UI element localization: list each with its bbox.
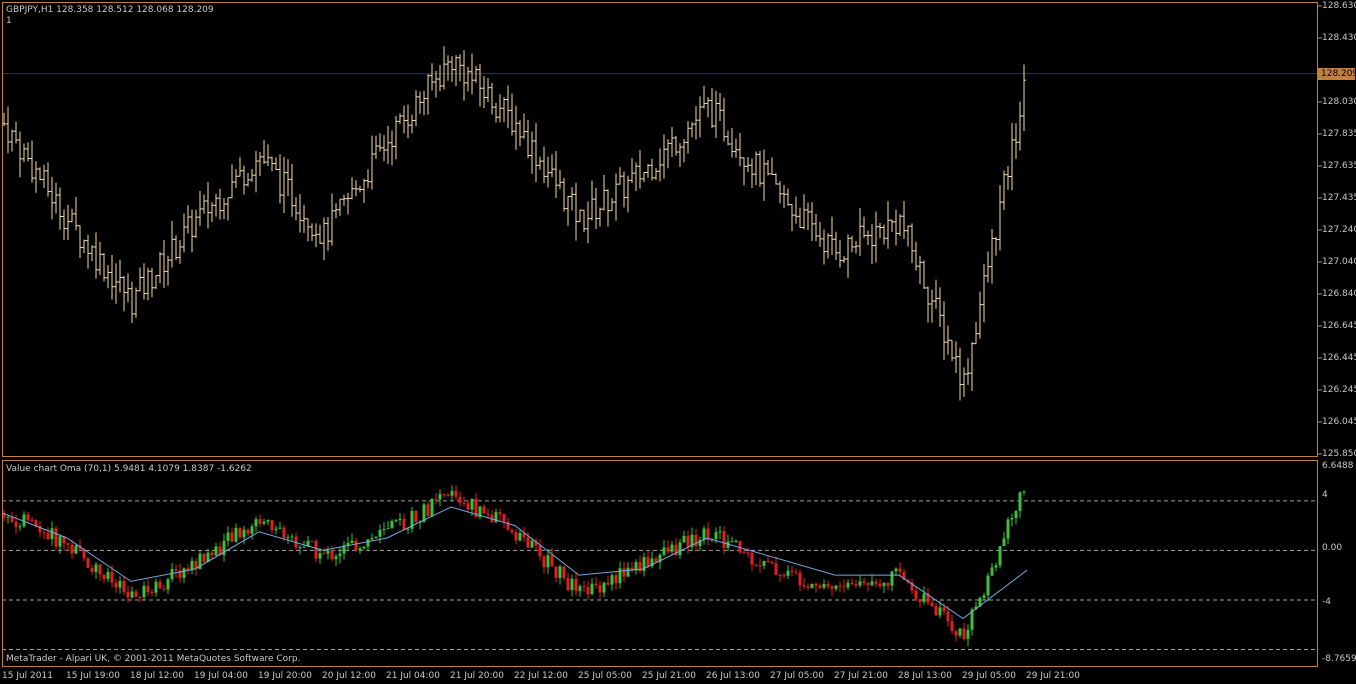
time-tick: 20 Jul 12:00 xyxy=(322,671,376,681)
indicator-tick: 0.00 xyxy=(1322,543,1343,553)
indicator-tick: -4 xyxy=(1322,597,1331,607)
price-tick: 125.850 xyxy=(1322,449,1356,459)
price-tick: 127.435 xyxy=(1322,193,1356,203)
last-price-tag: 128.209 xyxy=(1318,68,1356,80)
time-tick: 27 Jul 21:00 xyxy=(834,671,888,681)
time-tick: 15 Jul 19:00 xyxy=(66,671,120,681)
time-tick: 21 Jul 04:00 xyxy=(386,671,440,681)
indicator-tick: 6.6488 xyxy=(1322,461,1354,471)
price-panel-frame xyxy=(2,2,1318,457)
price-tick: 127.835 xyxy=(1322,129,1356,139)
price-tick: 127.240 xyxy=(1322,225,1356,235)
indicator-title: Value chart Oma (70,1) 5.9481 4.1079 1.8… xyxy=(6,464,252,474)
price-tick: 128.430 xyxy=(1322,33,1356,43)
time-tick: 19 Jul 04:00 xyxy=(194,671,248,681)
price-tick: 126.840 xyxy=(1322,289,1356,299)
price-tick: 128.030 xyxy=(1322,97,1356,107)
price-tick: 127.635 xyxy=(1322,161,1356,171)
time-tick: 15 Jul 2011 xyxy=(2,671,53,681)
window-index: 1 xyxy=(6,16,12,26)
indicator-panel-frame xyxy=(2,460,1318,667)
copyright-text: MetaTrader - Alpari UK, © 2001-2011 Meta… xyxy=(6,654,301,664)
price-tick: 127.040 xyxy=(1322,257,1356,267)
time-tick: 25 Jul 05:00 xyxy=(578,671,632,681)
price-tick: 126.645 xyxy=(1322,321,1356,331)
time-tick: 29 Jul 21:00 xyxy=(1026,671,1080,681)
price-tick: 126.245 xyxy=(1322,385,1356,395)
indicator-tick: -8.7659 xyxy=(1322,654,1356,664)
time-tick: 19 Jul 20:00 xyxy=(258,671,312,681)
time-tick: 26 Jul 13:00 xyxy=(706,671,760,681)
time-tick: 22 Jul 12:00 xyxy=(514,671,568,681)
time-tick: 18 Jul 12:00 xyxy=(130,671,184,681)
time-tick: 29 Jul 05:00 xyxy=(962,671,1016,681)
time-tick: 27 Jul 05:00 xyxy=(770,671,824,681)
price-tick: 128.630 xyxy=(1322,1,1356,11)
price-tick: 126.045 xyxy=(1322,417,1356,427)
chart-window: GBPJPY,H1 128.358 128.512 128.068 128.20… xyxy=(0,0,1356,684)
time-tick: 21 Jul 20:00 xyxy=(450,671,504,681)
time-tick: 25 Jul 21:00 xyxy=(642,671,696,681)
price-tick: 126.445 xyxy=(1322,353,1356,363)
time-tick: 28 Jul 13:00 xyxy=(898,671,952,681)
indicator-tick: 4 xyxy=(1322,490,1328,500)
symbol-header: GBPJPY,H1 128.358 128.512 128.068 128.20… xyxy=(6,5,214,15)
